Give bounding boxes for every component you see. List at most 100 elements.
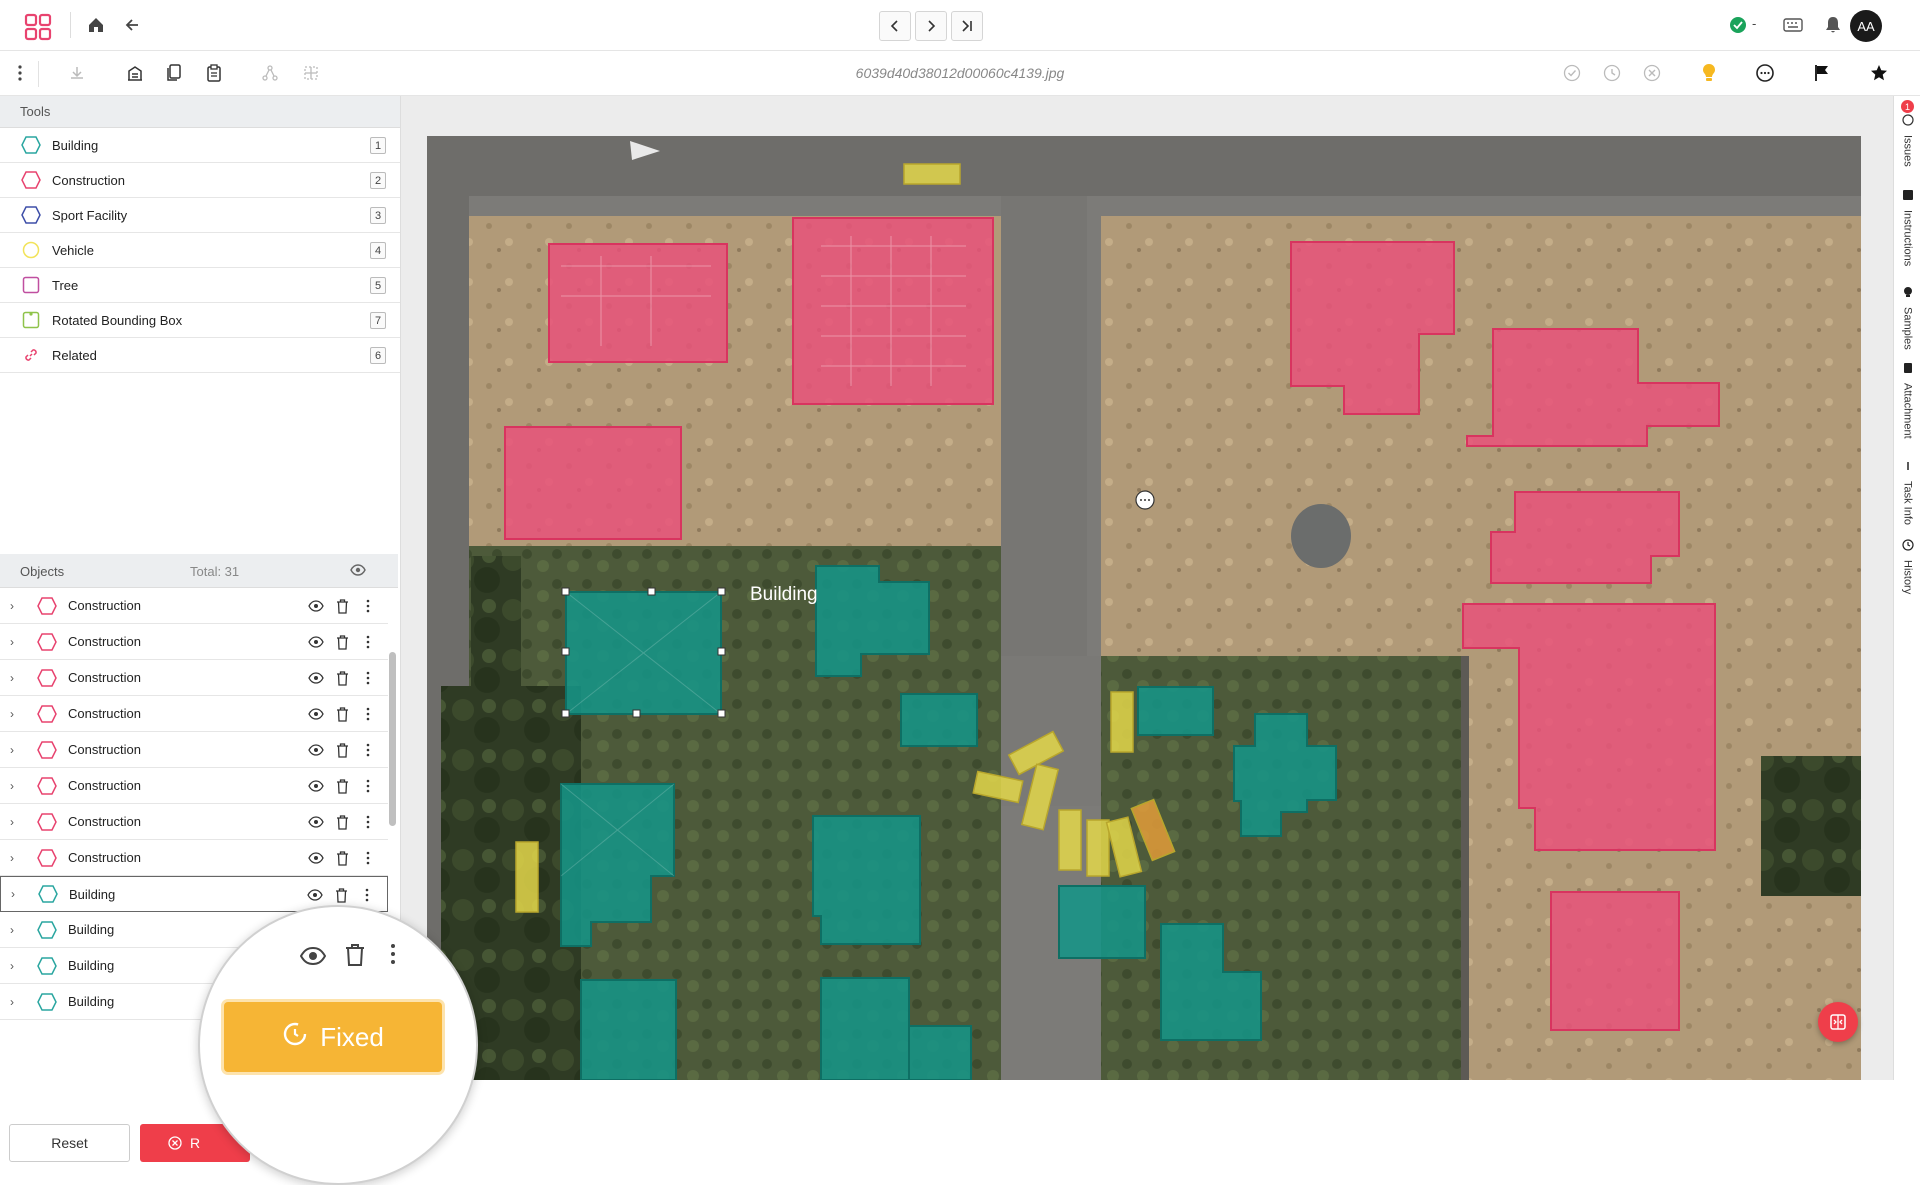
eye-icon[interactable] — [350, 563, 366, 580]
building-tool-icon[interactable] — [124, 62, 146, 84]
object-row[interactable]: › Construction — [0, 768, 388, 804]
fixed-button[interactable]: Fixed — [224, 1002, 442, 1072]
more-vertical-icon[interactable] — [360, 597, 376, 615]
chevron-right-icon[interactable]: › — [10, 599, 22, 613]
eye-icon[interactable] — [308, 813, 324, 831]
task-info-tab[interactable]: Task Info — [1894, 459, 1920, 525]
paste-icon[interactable] — [203, 62, 225, 84]
last-button[interactable] — [951, 11, 983, 41]
chevron-right-icon[interactable]: › — [10, 671, 22, 685]
eye-icon[interactable] — [308, 705, 324, 723]
next-button[interactable] — [915, 11, 947, 41]
lightbulb-icon[interactable] — [1698, 62, 1720, 84]
reject-circle-icon[interactable] — [1641, 62, 1663, 84]
tool-tree[interactable]: Tree 5 — [0, 268, 400, 303]
flag-icon[interactable] — [1811, 62, 1833, 84]
magnified-trash-icon[interactable] — [344, 943, 366, 972]
chevron-right-icon[interactable]: › — [11, 887, 23, 901]
right-rail: 1 Issues Instructions Samples Attachment… — [1893, 96, 1920, 1080]
more-vertical-icon[interactable] — [9, 62, 31, 84]
trash-icon[interactable] — [334, 705, 350, 723]
chevron-right-icon[interactable]: › — [10, 743, 22, 757]
annotation-canvas[interactable]: Building — [401, 96, 1893, 1080]
object-row[interactable]: › Construction — [0, 840, 388, 876]
more-vertical-icon[interactable] — [359, 886, 375, 904]
more-vertical-icon[interactable] — [360, 849, 376, 867]
chevron-right-icon[interactable]: › — [10, 959, 22, 973]
chevron-right-icon[interactable]: › — [10, 779, 22, 793]
object-row[interactable]: › Construction — [0, 696, 388, 732]
magnified-eye-icon[interactable] — [299, 945, 327, 972]
home-icon[interactable] — [85, 14, 107, 36]
chevron-right-icon[interactable]: › — [10, 995, 22, 1009]
approve-circle-icon[interactable] — [1561, 62, 1583, 84]
more-vertical-icon[interactable] — [360, 813, 376, 831]
tool-building[interactable]: Building 1 — [0, 128, 400, 163]
chevron-right-icon[interactable]: › — [10, 707, 22, 721]
back-arrow-icon[interactable] — [121, 14, 143, 36]
grid-logo-icon[interactable] — [24, 13, 52, 41]
object-row[interactable]: › Construction — [0, 588, 388, 624]
hexagon-icon — [36, 956, 58, 976]
trash-icon[interactable] — [334, 669, 350, 687]
chevron-right-icon[interactable]: › — [10, 923, 22, 937]
history-tab[interactable]: History — [1894, 538, 1920, 594]
reset-button[interactable]: Reset — [9, 1124, 130, 1162]
more-vertical-icon[interactable] — [360, 777, 376, 795]
tool-rotated-bounding-box[interactable]: Rotated Bounding Box 7 — [0, 303, 400, 338]
more-vertical-icon[interactable] — [360, 705, 376, 723]
more-vertical-icon[interactable] — [360, 741, 376, 759]
trash-icon[interactable] — [334, 849, 350, 867]
status-check-icon[interactable] — [1727, 14, 1749, 36]
fixed-label: Fixed — [320, 1021, 384, 1052]
chevron-right-icon[interactable]: › — [10, 635, 22, 649]
eye-icon[interactable] — [308, 777, 324, 795]
magnified-more-icon[interactable] — [390, 943, 396, 970]
trash-icon[interactable] — [334, 741, 350, 759]
hexagon-icon — [36, 776, 58, 796]
object-row[interactable]: › Construction — [0, 732, 388, 768]
previous-button[interactable] — [879, 11, 911, 41]
copy-icon[interactable] — [163, 62, 185, 84]
keyboard-icon[interactable] — [1782, 14, 1804, 36]
grid-select-icon[interactable] — [300, 62, 322, 84]
star-icon[interactable] — [1868, 62, 1890, 84]
chevron-right-icon[interactable]: › — [10, 815, 22, 829]
tool-construction[interactable]: Construction 2 — [0, 163, 400, 198]
bell-icon[interactable] — [1822, 14, 1844, 36]
issues-tab[interactable]: 1 Issues — [1894, 100, 1920, 167]
eye-icon[interactable] — [308, 741, 324, 759]
samples-tab[interactable]: Samples — [1894, 285, 1920, 350]
trash-icon[interactable] — [334, 777, 350, 795]
attachment-tab[interactable]: Attachment — [1894, 361, 1920, 439]
trash-icon[interactable] — [333, 886, 349, 904]
aerial-image[interactable]: Building — [401, 96, 1893, 1080]
chevron-right-icon[interactable]: › — [10, 851, 22, 865]
eye-icon[interactable] — [308, 633, 324, 651]
object-row[interactable]: › Construction — [0, 660, 388, 696]
tool-related[interactable]: Related 6 — [0, 338, 400, 373]
eye-icon[interactable] — [307, 886, 323, 904]
eye-icon[interactable] — [308, 597, 324, 615]
object-row[interactable]: › Construction — [0, 804, 388, 840]
eye-icon[interactable] — [308, 849, 324, 867]
comment-marker-icon[interactable] — [1135, 490, 1155, 510]
compare-fab-icon[interactable] — [1818, 1002, 1858, 1042]
eye-icon[interactable] — [308, 669, 324, 687]
download-icon[interactable] — [66, 62, 88, 84]
comment-icon[interactable] — [1754, 62, 1776, 84]
tool-vehicle[interactable]: Vehicle 4 — [0, 233, 400, 268]
share-nodes-icon[interactable] — [259, 62, 281, 84]
task-info-label: Task Info — [1901, 481, 1914, 526]
more-vertical-icon[interactable] — [360, 669, 376, 687]
objects-scrollbar[interactable] — [389, 652, 396, 826]
avatar[interactable]: AA — [1850, 10, 1882, 42]
trash-icon[interactable] — [334, 633, 350, 651]
trash-icon[interactable] — [334, 813, 350, 831]
tool-sport-facility[interactable]: Sport Facility 3 — [0, 198, 400, 233]
more-vertical-icon[interactable] — [360, 633, 376, 651]
pending-circle-icon[interactable] — [1601, 62, 1623, 84]
object-row[interactable]: › Construction — [0, 624, 388, 660]
instructions-tab[interactable]: Instructions — [1894, 188, 1920, 266]
trash-icon[interactable] — [334, 597, 350, 615]
